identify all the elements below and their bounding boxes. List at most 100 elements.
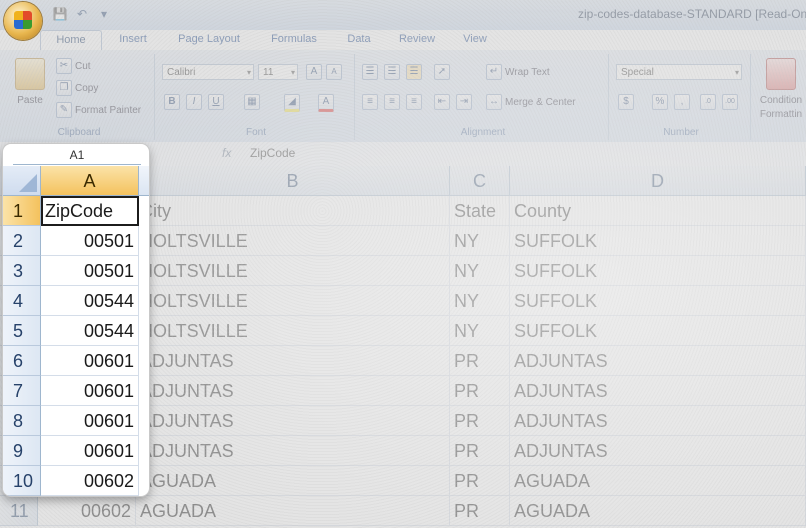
cell-county[interactable]: AGUADA [510, 466, 806, 496]
column-header-a[interactable]: A [41, 166, 139, 196]
font-name-select[interactable]: Calibri ▾ [162, 64, 254, 80]
tab-view[interactable]: View [450, 30, 500, 50]
format-painter-button[interactable]: ✎ Format Painter [56, 102, 141, 118]
row-header[interactable]: 7 [3, 376, 41, 406]
align-bottom-icon[interactable]: ☰ [406, 64, 422, 80]
cell-county[interactable]: AGUADA [510, 496, 806, 526]
cell-zip[interactable]: 00602 [38, 496, 136, 526]
row-header[interactable]: 9 [3, 436, 41, 466]
row-header[interactable]: 2 [3, 226, 41, 256]
insert-function-icon[interactable]: fx [222, 146, 231, 160]
row-header[interactable]: 1 [3, 196, 41, 226]
wrap-text-button[interactable]: ↵ Wrap Text [486, 64, 550, 80]
cell-city[interactable]: AGUADA [136, 466, 450, 496]
cell-zip[interactable]: 00501 [41, 256, 139, 286]
align-center-icon[interactable]: ≡ [384, 94, 400, 110]
cut-button[interactable]: ✂ Cut [56, 58, 91, 74]
undo-icon[interactable]: ↶ [74, 6, 90, 22]
merge-center-button[interactable]: ↔ Merge & Center [486, 94, 576, 110]
italic-button[interactable]: I [186, 94, 202, 110]
orientation-icon[interactable]: ➚ [434, 64, 450, 80]
increase-decimal-icon[interactable]: .0 [700, 94, 716, 110]
tab-home[interactable]: Home [40, 30, 102, 50]
office-button[interactable] [4, 2, 42, 40]
conditional-formatting-button[interactable]: Condition Formattin [756, 58, 806, 120]
cell-city[interactable]: City [136, 196, 450, 226]
grow-font-icon[interactable]: A [306, 64, 322, 80]
align-top-icon[interactable]: ☰ [362, 64, 378, 80]
cell-city[interactable]: ADJUNTAS [136, 406, 450, 436]
tab-page-layout[interactable]: Page Layout [164, 30, 254, 50]
increase-indent-icon[interactable]: ⇥ [456, 94, 472, 110]
comma-button[interactable]: , [674, 94, 690, 110]
cell-a1[interactable]: ZipCode [41, 196, 139, 226]
cell-county[interactable]: SUFFOLK [510, 256, 806, 286]
row-header[interactable]: 11 [0, 496, 38, 526]
row-header[interactable]: 4 [3, 286, 41, 316]
cell-zip[interactable]: 00544 [41, 316, 139, 346]
font-color-icon[interactable]: A [318, 94, 334, 112]
number-format-select[interactable]: Special ▾ [616, 64, 742, 80]
cell-county[interactable]: County [510, 196, 806, 226]
cell-state[interactable]: PR [450, 346, 510, 376]
name-box[interactable]: A1 [13, 146, 141, 165]
cell-county[interactable]: ADJUNTAS [510, 346, 806, 376]
cell-city[interactable]: ADJUNTAS [136, 376, 450, 406]
cell-county[interactable]: SUFFOLK [510, 316, 806, 346]
tab-formulas[interactable]: Formulas [254, 30, 334, 50]
underline-button[interactable]: U [208, 94, 224, 110]
cell-city[interactable]: ADJUNTAS [136, 346, 450, 376]
column-header-c[interactable]: C [450, 166, 510, 196]
cell-county[interactable]: ADJUNTAS [510, 376, 806, 406]
percent-button[interactable]: % [652, 94, 668, 110]
cell-county[interactable]: SUFFOLK [510, 286, 806, 316]
cell-state[interactable]: PR [450, 436, 510, 466]
paste-button[interactable]: Paste [10, 58, 50, 106]
cell-zip[interactable]: 00501 [41, 226, 139, 256]
tab-data[interactable]: Data [334, 30, 384, 50]
font-size-select[interactable]: 11 ▾ [258, 64, 298, 80]
cell-county[interactable]: ADJUNTAS [510, 436, 806, 466]
cell-zip[interactable]: 00601 [41, 406, 139, 436]
select-all-button[interactable] [3, 166, 41, 196]
cell-state[interactable]: NY [450, 286, 510, 316]
cell-city[interactable]: AGUADA [136, 496, 450, 526]
cell-state[interactable]: NY [450, 256, 510, 286]
fill-color-icon[interactable]: ◢ [284, 94, 300, 112]
row-header[interactable]: 10 [3, 466, 41, 496]
column-header-d[interactable]: D [510, 166, 806, 196]
column-header-b[interactable]: B [136, 166, 450, 196]
align-right-icon[interactable]: ≡ [406, 94, 422, 110]
row-header[interactable]: 3 [3, 256, 41, 286]
decrease-decimal-icon[interactable]: .00 [722, 94, 738, 110]
cell-state[interactable]: PR [450, 376, 510, 406]
cell-zip[interactable]: 00544 [41, 286, 139, 316]
cell-state[interactable]: PR [450, 406, 510, 436]
cell-state[interactable]: PR [450, 466, 510, 496]
cell-state[interactable]: NY [450, 316, 510, 346]
borders-icon[interactable]: ▦ [244, 94, 260, 110]
shrink-font-icon[interactable]: A [326, 64, 342, 80]
row-header[interactable]: 8 [3, 406, 41, 436]
bold-button[interactable]: B [164, 94, 180, 110]
copy-button[interactable]: ❐ Copy [56, 80, 98, 96]
cell-county[interactable]: ADJUNTAS [510, 406, 806, 436]
align-left-icon[interactable]: ≡ [362, 94, 378, 110]
cell-county[interactable]: SUFFOLK [510, 226, 806, 256]
cell-zip[interactable]: 00601 [41, 376, 139, 406]
row-header[interactable]: 5 [3, 316, 41, 346]
formula-input[interactable]: ZipCode [250, 146, 295, 160]
cell-city[interactable]: HOLTSVILLE [136, 316, 450, 346]
save-icon[interactable]: 💾 [52, 6, 68, 22]
row-header[interactable]: 6 [3, 346, 41, 376]
cell-city[interactable]: HOLTSVILLE [136, 286, 450, 316]
cell-state[interactable]: State [450, 196, 510, 226]
cell-zip[interactable]: 00601 [41, 346, 139, 376]
decrease-indent-icon[interactable]: ⇤ [434, 94, 450, 110]
dropdown-arrow-icon[interactable]: ▾ [96, 6, 112, 22]
cell-city[interactable]: ADJUNTAS [136, 436, 450, 466]
cell-state[interactable]: NY [450, 226, 510, 256]
cell-city[interactable]: HOLTSVILLE [136, 226, 450, 256]
cell-zip[interactable]: 00601 [41, 436, 139, 466]
currency-button[interactable]: $ [618, 94, 634, 110]
